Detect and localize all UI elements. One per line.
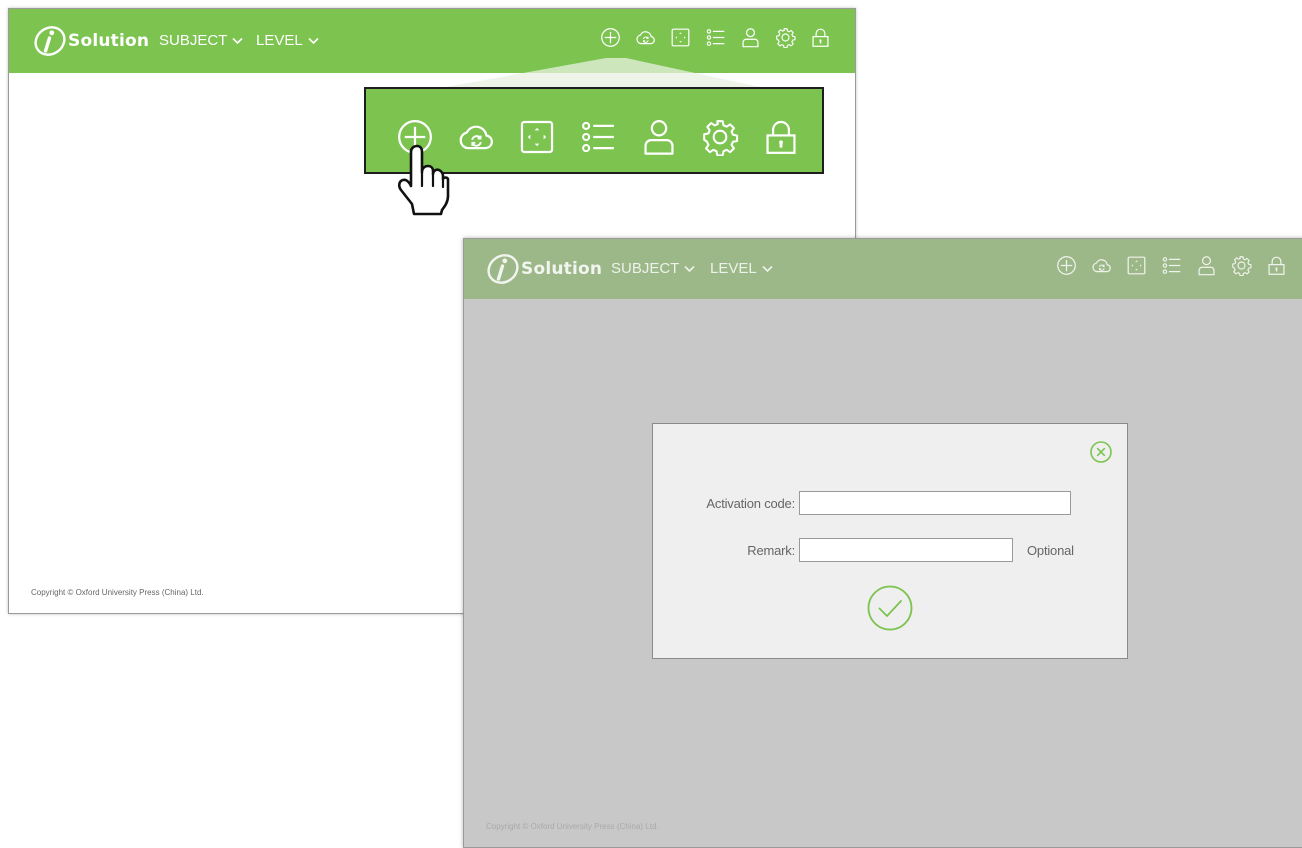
add-icon [1056, 255, 1077, 276]
lock-icon[interactable] [810, 27, 831, 48]
close-icon[interactable] [1089, 440, 1113, 464]
cloud-sync-icon [1091, 255, 1112, 276]
subject-menu[interactable]: SUBJECT [159, 32, 243, 49]
level-menu-label: LEVEL [710, 260, 757, 277]
user-icon [640, 118, 678, 156]
hand-pointer-icon [397, 144, 450, 216]
user-icon[interactable] [740, 27, 761, 48]
user-icon [1196, 255, 1217, 276]
subject-menu: SUBJECT [611, 260, 695, 277]
remark-label: Remark: [747, 542, 795, 558]
logo-text: Solution [521, 259, 603, 279]
top-bar: Solution SUBJECT LEVEL [9, 9, 855, 73]
confirm-check-icon[interactable] [866, 584, 914, 632]
fullscreen-icon[interactable] [670, 27, 691, 48]
chevron-down-icon [762, 265, 773, 272]
fullscreen-icon [1126, 255, 1147, 276]
chevron-down-icon [232, 37, 243, 44]
fullscreen-icon [518, 118, 556, 156]
chevron-down-icon [308, 37, 319, 44]
subject-menu-label: SUBJECT [159, 32, 228, 49]
add-icon[interactable] [600, 27, 621, 48]
activation-dialog: Activation code: Remark: Optional [652, 423, 1128, 659]
activation-window: Solution SUBJECT LEVEL Activation code: [463, 238, 1302, 848]
activation-code-input[interactable] [799, 491, 1071, 515]
logo-text: Solution [68, 31, 150, 51]
copyright-text: Copyright © Oxford University Press (Chi… [486, 822, 659, 831]
settings-icon [1231, 255, 1252, 276]
level-menu: LEVEL [710, 260, 773, 277]
toolbar [1056, 255, 1287, 276]
remark-row: Remark: Optional [673, 538, 1074, 562]
level-menu[interactable]: LEVEL [256, 32, 319, 49]
lock-icon [762, 118, 800, 156]
logo[interactable]: Solution [33, 23, 149, 59]
activation-code-row: Activation code: [673, 491, 1071, 515]
level-menu-label: LEVEL [256, 32, 303, 49]
list-icon [1161, 255, 1182, 276]
top-bar-dimmed: Solution SUBJECT LEVEL [464, 239, 1302, 299]
list-icon[interactable] [705, 27, 726, 48]
cloud-sync-icon [457, 118, 495, 156]
list-icon [579, 118, 617, 156]
copyright-text: Copyright © Oxford University Press (Chi… [31, 588, 204, 597]
logo-i-mark-icon [34, 26, 66, 56]
toolbar [600, 27, 831, 48]
remark-optional-hint: Optional [1027, 542, 1074, 558]
activation-code-label: Activation code: [706, 495, 795, 511]
lock-icon [1266, 255, 1287, 276]
remark-input[interactable] [799, 538, 1013, 562]
cloud-sync-icon[interactable] [635, 27, 656, 48]
logo: Solution [486, 251, 602, 287]
settings-icon[interactable] [775, 27, 796, 48]
settings-icon [701, 118, 739, 156]
logo-i-mark-icon [487, 254, 519, 284]
subject-menu-label: SUBJECT [611, 260, 680, 277]
chevron-down-icon [684, 265, 695, 272]
